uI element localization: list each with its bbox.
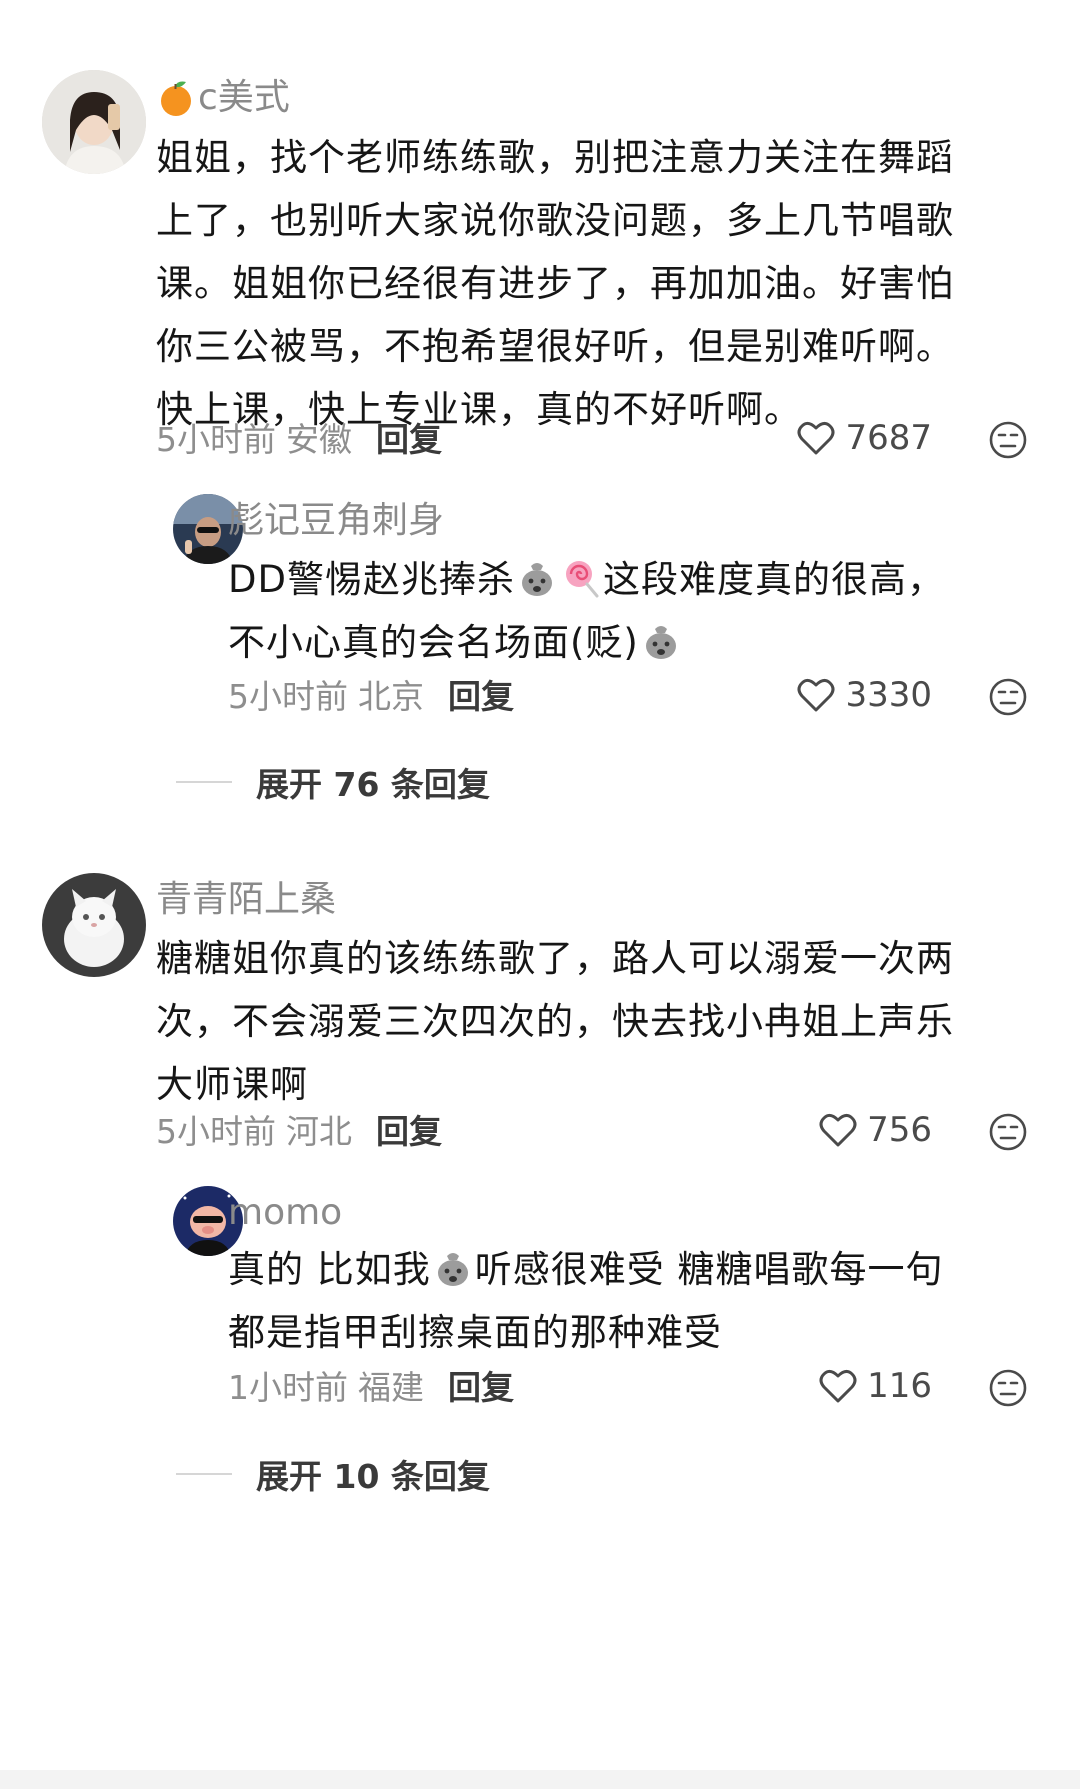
comment-text-line: 糖糖姐你真的该练练歌了，路人可以溺爱一次两 (156, 937, 954, 980)
reply-location: 福建 (358, 1368, 424, 1407)
reply-text-line: 都是指甲刮擦桌面的那种难受 (228, 1311, 722, 1354)
meh-face-icon[interactable] (988, 1112, 1028, 1152)
comment-text-line: 次，不会溺爱三次四次的，快去找小冉姐上声乐 (156, 1000, 954, 1043)
meh-face-icon[interactable] (988, 1368, 1028, 1408)
like-button[interactable]: 756 (819, 1110, 932, 1150)
reply-time: 1小时前 (228, 1368, 348, 1407)
reply-text: 真的 比如我 听感很难受 糖糖唱歌每一句 都是指甲刮擦桌面的那种难受 (228, 1238, 944, 1364)
reply-button[interactable]: 回复 (376, 1112, 442, 1152)
heart-outline-icon (819, 1113, 857, 1147)
like-count: 756 (867, 1110, 932, 1150)
like-button[interactable]: 116 (819, 1366, 932, 1406)
comment-text-line: 大师课啊 (156, 1063, 308, 1106)
heart-outline-icon (819, 1369, 857, 1403)
avatar[interactable] (42, 873, 146, 977)
comment-meta: 5小时前 河北 回复 (156, 1112, 442, 1152)
comment-text: 糖糖姐你真的该练练歌了，路人可以溺爱一次两 次，不会溺爱三次四次的，快去找小冉姐… (156, 927, 954, 1116)
reply-meta: 1小时前 福建 回复 (228, 1368, 514, 1408)
expand-replies-button[interactable]: 展开 10 条回复 (176, 1450, 490, 1498)
reply-text-line: 真的 比如我 听感很难受 糖糖唱歌每一句 (228, 1238, 944, 1301)
comment-username[interactable]: 青青陌上桑 (156, 878, 336, 922)
comment-item: 青青陌上桑 糖糖姐你真的该练练歌了，路人可以溺爱一次两 次，不会溺爱三次四次的，… (0, 0, 1080, 1560)
reply-username[interactable]: momo (228, 1191, 342, 1235)
like-count: 116 (867, 1366, 932, 1406)
bottom-edge (0, 1770, 1080, 1789)
comment-location: 河北 (286, 1112, 352, 1151)
comment-time: 5小时前 (156, 1112, 276, 1151)
moneybag-face-emoji (433, 1244, 473, 1286)
reply-button[interactable]: 回复 (448, 1368, 514, 1408)
divider (176, 1473, 232, 1475)
